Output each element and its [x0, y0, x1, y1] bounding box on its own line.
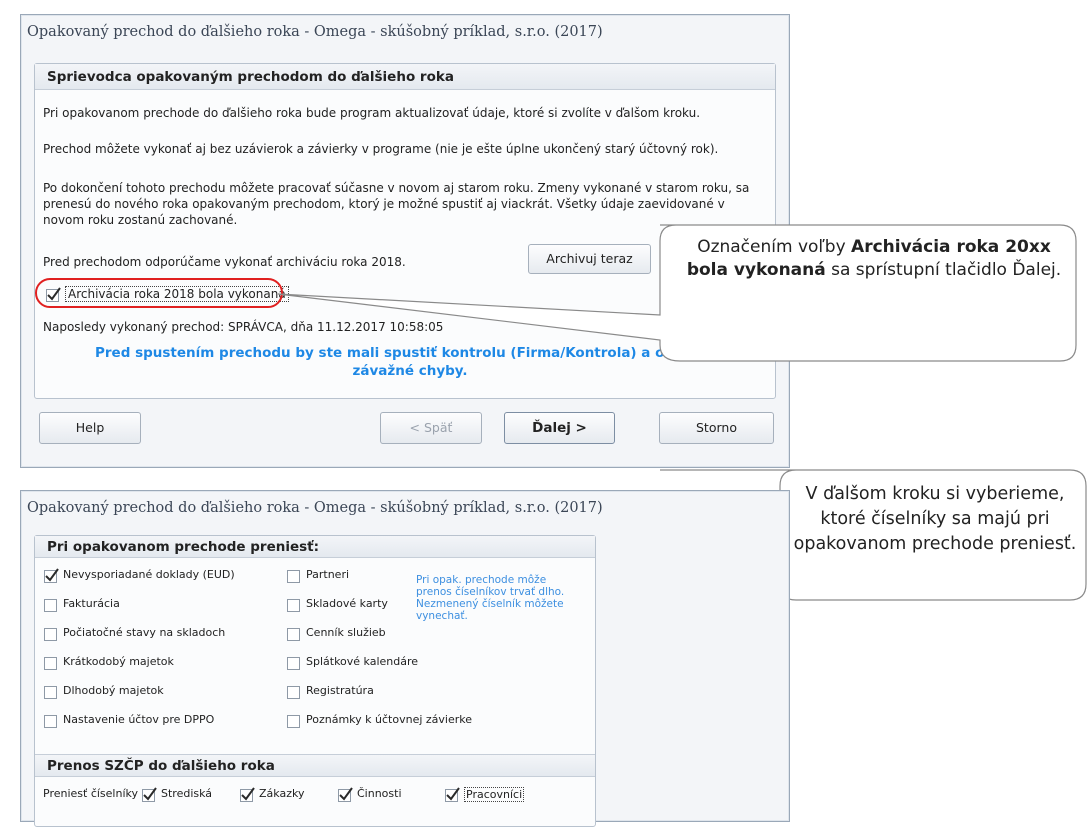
szcp-option-1-checkbox[interactable]	[240, 787, 255, 802]
check-icon	[339, 787, 353, 801]
warning-text: Pred spustením prechodu by ste mali spus…	[95, 345, 725, 379]
szcp-option-0-checkbox[interactable]	[142, 787, 157, 802]
transfer-panel-header: Pri opakovanom prechode preniesť:	[35, 536, 595, 558]
help-button[interactable]: Help	[39, 412, 141, 444]
right-option-5-checkbox[interactable]	[287, 715, 300, 728]
right-option-2-checkbox[interactable]	[287, 628, 300, 641]
szcp-option-2-checkbox[interactable]	[338, 787, 353, 802]
wizard-panel: Sprievodca opakovaným prechodom do ďalši…	[34, 63, 776, 399]
right-option-0-label[interactable]: Partneri	[306, 568, 349, 581]
intro-text-3: Po dokončení tohoto prechodu môžete prac…	[43, 181, 750, 227]
cancel-button[interactable]: Storno	[659, 412, 774, 444]
left-option-3-checkbox[interactable]	[44, 657, 57, 670]
callout-text-1-c: sa sprístupní tlačidlo Ďalej.	[825, 260, 1062, 280]
left-option-1-checkbox[interactable]	[44, 599, 57, 612]
right-option-0-checkbox[interactable]	[287, 570, 300, 583]
last-run-info: Naposledy vykonaný prechod: SPRÁVCA, dňa…	[43, 320, 444, 334]
intro-text-1: Pri opakovanom prechode do ďalšieho roka…	[43, 106, 701, 120]
check-icon	[143, 787, 157, 801]
window-title: Opakovaný prechod do ďalšieho roka - Ome…	[27, 24, 603, 40]
szcp-header: Prenos SZČP do ďalšieho roka	[35, 755, 595, 777]
left-option-5-label[interactable]: Nastavenie účtov pre DPPO	[63, 713, 214, 726]
check-icon	[45, 568, 59, 582]
left-option-1-label[interactable]: Fakturácia	[63, 597, 120, 610]
right-option-5-label[interactable]: Poznámky k účtovnej závierke	[306, 713, 472, 726]
szcp-option-0-label[interactable]: Strediská	[161, 787, 212, 800]
intro-text-2: Prechod môžete vykonať aj bez uzávierok …	[43, 142, 719, 156]
left-option-4-checkbox[interactable]	[44, 686, 57, 699]
left-option-2-checkbox[interactable]	[44, 628, 57, 641]
right-option-1-checkbox[interactable]	[287, 599, 300, 612]
help-label: Help	[75, 420, 105, 435]
wizard-window-step2: Opakovaný prechod do ďalšieho roka - Ome…	[20, 490, 790, 827]
window-title-2: Opakovaný prechod do ďalšieho roka - Ome…	[27, 500, 603, 516]
next-button[interactable]: Ďalej >	[504, 412, 615, 444]
right-option-3-checkbox[interactable]	[287, 657, 300, 670]
szcp-option-1-label[interactable]: Zákazky	[259, 787, 304, 800]
right-option-4-label[interactable]: Registratúra	[306, 684, 374, 697]
callout-text-1: Označením voľby Archivácia roka 20xx bol…	[676, 236, 1072, 282]
callout-text-1-a: Označením voľby	[697, 237, 852, 257]
check-icon	[446, 787, 460, 801]
right-option-2-label[interactable]: Cenník služieb	[306, 626, 386, 639]
archive-now-label: Archivuj teraz	[546, 251, 633, 266]
szcp-option-3-checkbox[interactable]	[445, 787, 460, 802]
transfer-panel: Pri opakovanom prechode preniesť: Pri op…	[34, 535, 596, 827]
left-option-5-checkbox[interactable]	[44, 715, 57, 728]
right-option-3-label[interactable]: Splátkové kalendáre	[306, 655, 418, 668]
szcp-label: Preniesť číselníky	[43, 787, 138, 800]
archive-recommendation: Pred prechodom odporúčame vykonať archiv…	[43, 255, 406, 269]
left-option-4-label[interactable]: Dlhodobý majetok	[63, 684, 164, 697]
archive-now-button[interactable]: Archivuj teraz	[528, 244, 651, 274]
left-option-2-label[interactable]: Počiatočné stavy na skladoch	[63, 626, 225, 639]
check-icon	[241, 787, 255, 801]
transfer-note: Pri opak. prechode môže prenos číselníko…	[416, 574, 565, 622]
highlight-ellipse	[35, 278, 283, 308]
next-label: Ďalej >	[532, 420, 587, 436]
left-option-0-label[interactable]: Nevysporiadané doklady (EUD)	[63, 568, 235, 581]
right-option-4-checkbox[interactable]	[287, 686, 300, 699]
back-button[interactable]: < Späť	[380, 412, 482, 444]
callout-text-2: V ďalšom kroku si vyberieme, ktoré čísel…	[793, 484, 1077, 554]
panel-header: Sprievodca opakovaným prechodom do ďalši…	[35, 64, 775, 90]
back-label: < Späť	[409, 420, 453, 435]
left-option-3-label[interactable]: Krátkodobý majetok	[63, 655, 174, 668]
wizard-window-step1: Opakovaný prechod do ďalšieho roka - Ome…	[20, 14, 790, 468]
cancel-label: Storno	[696, 420, 737, 435]
szcp-option-2-label[interactable]: Činnosti	[357, 787, 402, 800]
szcp-option-3-label[interactable]: Pracovníci	[464, 787, 525, 802]
right-option-1-label[interactable]: Skladové karty	[306, 597, 388, 610]
left-option-0-checkbox[interactable]	[44, 568, 59, 583]
